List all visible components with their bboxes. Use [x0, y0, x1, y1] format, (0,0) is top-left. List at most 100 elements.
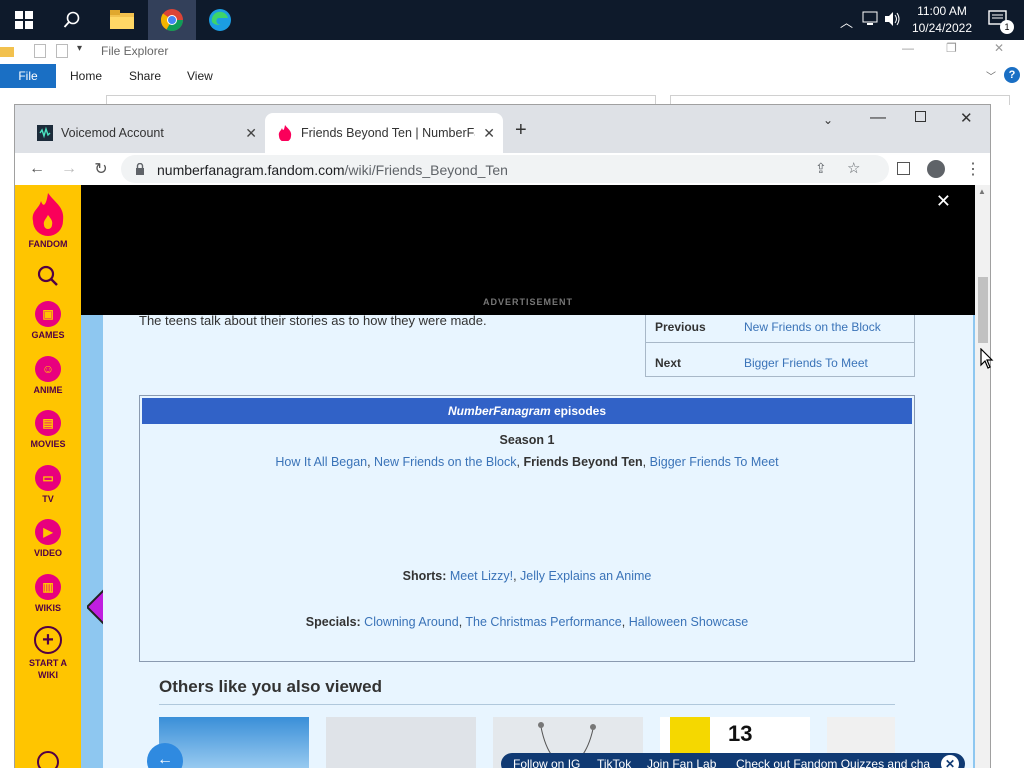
rail-movies[interactable]: ▤ MOVIES — [15, 410, 81, 449]
episode-link[interactable]: New Friends on the Block — [374, 455, 516, 469]
folder-icon — [110, 10, 134, 29]
rail-games[interactable]: ▣ GAMES — [15, 301, 81, 340]
episode-link[interactable]: How It All Began — [275, 455, 367, 469]
social-link-fan-lab[interactable]: Join Fan Lab — [647, 757, 716, 768]
fandom-favicon-icon — [277, 125, 293, 141]
rail-label: TV — [42, 494, 54, 504]
new-tab-icon[interactable]: + — [515, 119, 527, 142]
expand-ribbon-icon[interactable]: ﹀ — [986, 68, 996, 83]
rail-user[interactable] — [15, 751, 81, 768]
volume-icon[interactable] — [884, 11, 902, 27]
social-link-tiktok[interactable]: TikTok — [597, 757, 631, 768]
menu-kebab-icon[interactable]: ⋮ — [965, 159, 981, 179]
scrollbar-thumb[interactable] — [978, 277, 988, 343]
new-folder-icon[interactable] — [56, 44, 68, 58]
file-explorer-title: File Explorer — [101, 44, 169, 58]
rail-label: VIDEO — [33, 548, 62, 558]
network-icon[interactable] — [862, 11, 880, 27]
forward-icon[interactable]: → — [57, 157, 81, 181]
rail-video[interactable]: ▶ VIDEO — [15, 519, 81, 558]
search-icon — [63, 11, 80, 28]
taskbar-chrome[interactable] — [148, 0, 196, 40]
short-link[interactable]: Jelly Explains an Anime — [520, 569, 651, 583]
taskbar: ︿ 11:00 AM 10/24/2022 1 — [0, 0, 1024, 40]
gamepad-icon: ▣ — [35, 301, 61, 327]
tab-title: Voicemod Account — [61, 126, 164, 140]
ribbon-tab-view[interactable]: View — [187, 69, 213, 83]
special-link[interactable]: Halloween Showcase — [629, 615, 749, 629]
back-icon[interactable]: ← — [25, 157, 49, 181]
clock[interactable]: 11:00 AM 10/24/2022 — [912, 3, 972, 37]
social-link-quizzes[interactable]: Check out Fandom Quizzes and cha — [736, 757, 930, 768]
rail-search[interactable] — [15, 265, 81, 289]
recommendation-card[interactable] — [326, 717, 476, 768]
close-icon[interactable]: ✕ — [994, 41, 1004, 55]
previous-episode-link[interactable]: New Friends on the Block — [744, 320, 881, 334]
rail-tv[interactable]: ▭ TV — [15, 465, 81, 504]
reload-icon[interactable]: ↻ — [89, 157, 113, 181]
lock-icon[interactable] — [135, 163, 145, 175]
chevron-up-icon[interactable]: ︿ — [840, 12, 853, 31]
fandom-logo[interactable]: FANDOM — [15, 193, 81, 249]
next-episode-link[interactable]: Bigger Friends To Meet — [744, 356, 868, 370]
nav-next-row: Next Bigger Friends To Meet — [646, 344, 914, 379]
chrome-icon — [160, 9, 183, 31]
episode-navigation-table: Previous New Friends on the Block Next B… — [645, 307, 915, 377]
tab-voicemod[interactable]: Voicemod Account ✕ — [25, 113, 265, 153]
ribbon-tab-file[interactable]: File — [0, 64, 56, 88]
notification-center[interactable]: 1 — [988, 10, 1014, 34]
episode-description: The teens talk about their stories as to… — [139, 313, 487, 328]
navbox-title-series[interactable]: NumberFanagram — [448, 404, 551, 418]
taskbar-file-explorer[interactable] — [98, 0, 146, 40]
url-path: /wiki/Friends_Beyond_Ten — [344, 162, 508, 178]
social-link-instagram[interactable]: Follow on IG — [513, 757, 580, 768]
thumb-number-text: 13 — [728, 721, 753, 746]
episode-link[interactable]: Bigger Friends To Meet — [650, 455, 779, 469]
previous-label: Previous — [655, 320, 706, 334]
article-content: The teens talk about their stories as to… — [103, 307, 973, 768]
share-icon[interactable]: ⇪ — [815, 160, 827, 177]
url-host: numberfanagram.fandom.com — [157, 162, 345, 178]
ribbon-tab-share[interactable]: Share — [129, 69, 161, 83]
minimize-icon[interactable]: — — [902, 41, 914, 55]
close-icon[interactable]: ✕ — [941, 755, 959, 768]
side-panel-icon[interactable] — [897, 162, 910, 175]
rail-start-a-wiki[interactable]: + START A WIKI — [15, 626, 81, 681]
rail-anime[interactable]: ☺ ANIME — [15, 356, 81, 395]
rail-wikis[interactable]: ▥ WIKIS — [15, 574, 81, 613]
episodes-navbox: NumberFanagram episodes Season 1 How It … — [139, 395, 915, 662]
scroll-up-icon[interactable]: ▲ — [978, 187, 986, 196]
advertisement-banner: ✕ ADVERTISEMENT — [81, 185, 975, 315]
special-link[interactable]: Clowning Around — [364, 615, 459, 629]
taskbar-search-button[interactable] — [48, 0, 96, 40]
bookmark-star-icon[interactable]: ☆ — [847, 159, 860, 177]
short-link[interactable]: Meet Lizzy! — [450, 569, 513, 583]
minimize-icon[interactable]: — — [870, 109, 886, 127]
ad-label: ADVERTISEMENT — [482, 297, 573, 307]
close-tab-icon[interactable]: ✕ — [245, 125, 257, 142]
windows-icon — [15, 11, 33, 29]
special-link[interactable]: The Christmas Performance — [465, 615, 621, 629]
profile-icon[interactable] — [927, 160, 945, 178]
customize-quick-access-icon[interactable]: ▾ — [77, 43, 82, 54]
rail-label: WIKIS — [35, 603, 61, 613]
close-window-icon[interactable]: ✕ — [960, 109, 973, 127]
url-text: numberfanagram.fandom.com/wiki/Friends_B… — [157, 162, 508, 178]
maximize-icon[interactable] — [915, 111, 926, 122]
page-scrollbar[interactable]: ▲ — [975, 185, 990, 768]
shorts-label: Shorts: — [402, 569, 447, 583]
tab-search-icon[interactable]: ⌄ — [823, 113, 833, 127]
ribbon-tab-home[interactable]: Home — [70, 69, 102, 83]
properties-icon[interactable] — [34, 44, 46, 58]
close-ad-icon[interactable]: ✕ — [936, 191, 951, 212]
specials-label: Specials: — [305, 615, 361, 629]
help-icon[interactable]: ? — [1004, 67, 1020, 83]
tab-friends-beyond-ten[interactable]: Friends Beyond Ten | NumberFanagram ✕ — [265, 113, 503, 153]
close-tab-icon[interactable]: ✕ — [483, 125, 495, 142]
date-text: 10/24/2022 — [911, 21, 972, 35]
start-button[interactable] — [0, 0, 48, 40]
divider — [646, 342, 914, 343]
taskbar-edge[interactable] — [196, 0, 244, 40]
restore-icon[interactable]: ❐ — [946, 41, 957, 55]
address-bar[interactable]: numberfanagram.fandom.com/wiki/Friends_B… — [121, 155, 889, 183]
